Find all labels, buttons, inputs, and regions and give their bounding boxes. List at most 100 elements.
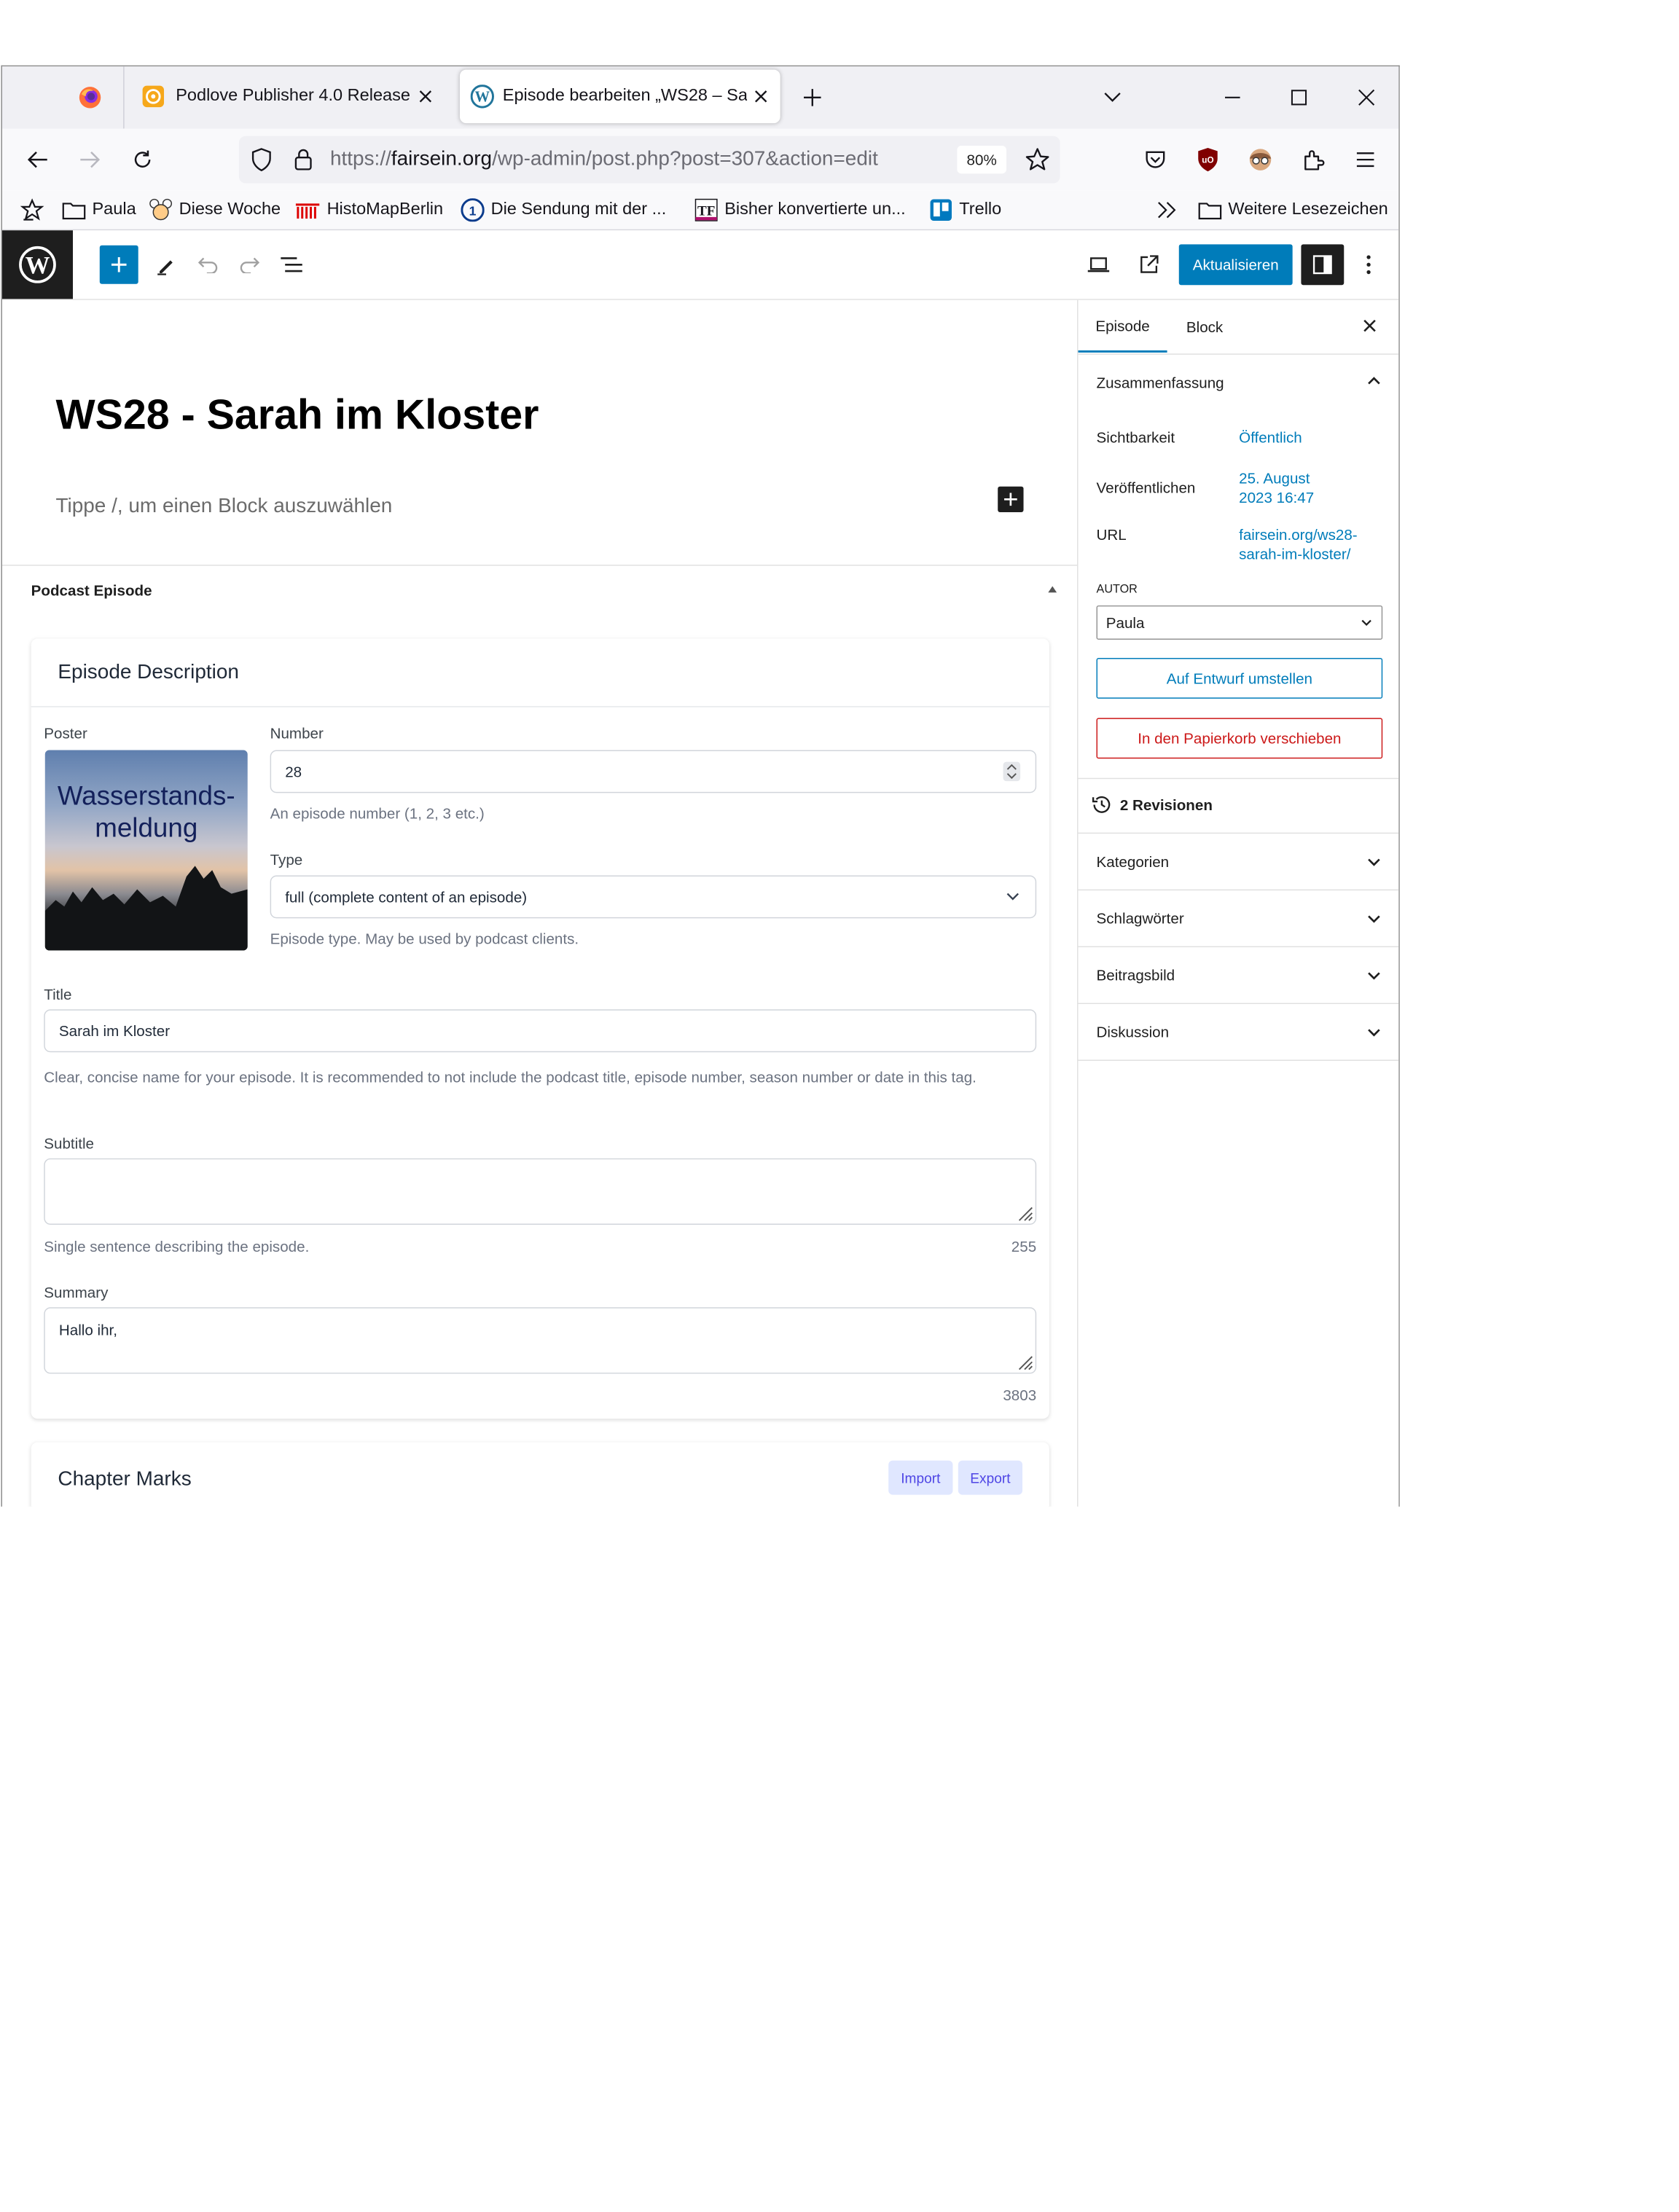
back-icon[interactable] (18, 141, 57, 179)
permalink-line2[interactable]: sarah-im-kloster/ (1239, 546, 1350, 563)
revisions-row[interactable]: 2 Revisionen (1078, 778, 1399, 834)
resize-handle-icon[interactable] (1014, 1352, 1033, 1370)
edit-tools-icon[interactable] (146, 246, 185, 284)
editor-canvas: WS28 - Sarah im Kloster Tippe /, um eine… (1, 299, 1078, 1507)
summary-char-count: 3803 (1003, 1387, 1037, 1404)
post-title[interactable]: WS28 - Sarah im Kloster (55, 392, 539, 439)
lock-icon[interactable] (294, 148, 313, 171)
minimize-icon[interactable] (1211, 77, 1254, 118)
close-window-icon[interactable] (1345, 77, 1388, 118)
poster-text-line2: meldung (95, 813, 198, 844)
collapse-triangle-icon[interactable] (1047, 585, 1058, 594)
number-input[interactable]: 28 (270, 750, 1037, 793)
panel-categories[interactable]: Kategorien (1078, 833, 1399, 891)
maximize-icon[interactable] (1277, 77, 1320, 118)
redo-icon[interactable] (230, 246, 269, 284)
close-tab-icon[interactable] (754, 89, 769, 104)
bookmark-paula[interactable]: Paula (62, 191, 136, 230)
number-spinner-icon[interactable] (1003, 761, 1021, 782)
settings-sidebar-toggle[interactable] (1301, 244, 1345, 286)
export-button[interactable]: Export (958, 1460, 1023, 1495)
block-placeholder[interactable]: Tippe /, um einen Block auszuwählen (55, 495, 392, 518)
panel-title: Diskussion (1096, 1023, 1170, 1041)
publish-label: Veröffentlichen (1096, 479, 1196, 496)
inline-add-block-button[interactable] (998, 486, 1024, 512)
more-bookmarks-chevron-icon[interactable] (1156, 200, 1178, 219)
subtitle-textarea[interactable] (44, 1158, 1037, 1225)
panel-discussion[interactable]: Diskussion (1078, 1003, 1399, 1061)
settings-sidebar: Episode Block Zusammenfassung Sichtbarke… (1077, 299, 1399, 1507)
panel-featured-image[interactable]: Beitragsbild (1078, 946, 1399, 1005)
tab-strip: Podlove Publisher 4.0 Release - W Episod… (1, 66, 1399, 129)
bookmark-star-icon[interactable] (20, 198, 44, 221)
history-icon (1091, 794, 1112, 815)
chevron-up-icon[interactable] (1366, 375, 1382, 386)
svg-text:W: W (26, 252, 50, 279)
tab-edit-episode[interactable]: W Episode bearbeiten „WS28 – Sar (459, 69, 780, 124)
summary-textarea[interactable]: Hallo ihr, (44, 1307, 1037, 1374)
url-bar[interactable]: https://fairsein.org/wp-admin/post.php?p… (238, 136, 1060, 184)
bookmark-sendung[interactable]: 1 Die Sendung mit der ... (461, 191, 666, 230)
list-view-icon[interactable] (273, 246, 311, 284)
chapter-marks-card: Chapter Marks Import Export (31, 1442, 1049, 1507)
type-select[interactable]: full (complete content of an episode) (270, 875, 1037, 919)
move-to-trash-button[interactable]: In den Papierkorb verschieben (1096, 718, 1383, 759)
metabox-title[interactable]: Podcast Episode (31, 582, 152, 600)
revisions-label: 2 Revisionen (1119, 796, 1213, 814)
poster-image[interactable]: Wasserstands- meldung (44, 750, 248, 951)
import-button[interactable]: Import (888, 1460, 953, 1495)
bookmark-konvertiert[interactable]: TF Bisher konvertierte un... (694, 191, 906, 230)
bookmark-label: Diese Woche (179, 200, 281, 219)
zoom-badge[interactable]: 80% (957, 146, 1006, 174)
view-post-external-icon[interactable] (1130, 246, 1168, 284)
tf-icon: TF (694, 198, 718, 221)
type-value: full (complete content of an episode) (285, 888, 528, 906)
tab-block-label: Block (1186, 318, 1224, 335)
tab-podlove[interactable]: Podlove Publisher 4.0 Release - (130, 70, 450, 124)
bookmark-trello[interactable]: Trello (929, 191, 1001, 230)
wordpress-logo-icon[interactable]: W (1, 230, 74, 299)
panel-tags[interactable]: Schlagwörter (1078, 890, 1399, 948)
tab-episode[interactable]: Episode (1078, 300, 1167, 353)
close-tab-icon[interactable] (418, 89, 434, 104)
tab-list-chevron-icon[interactable] (1091, 77, 1134, 118)
preview-device-icon[interactable] (1079, 246, 1118, 284)
url-text[interactable]: https://fairsein.org/wp-admin/post.php?p… (330, 148, 878, 171)
forward-icon[interactable] (71, 141, 109, 179)
publish-date-line1[interactable]: 25. August (1239, 469, 1310, 487)
summary-panel: Zusammenfassung Sichtbarkeit Öffentlich … (1078, 353, 1399, 780)
add-block-button[interactable] (99, 245, 138, 284)
firefox-icon[interactable] (77, 85, 103, 110)
tab-block[interactable]: Block (1167, 300, 1242, 353)
number-value: 28 (285, 763, 302, 780)
ublock-icon[interactable]: uO (1189, 141, 1227, 179)
update-button[interactable]: Aktualisieren (1178, 244, 1293, 286)
more-options-icon[interactable] (1350, 246, 1388, 284)
star-icon[interactable] (1025, 146, 1050, 172)
folder-icon (1198, 200, 1222, 220)
bookmark-other[interactable]: Weitere Lesezeichen (1198, 191, 1388, 230)
permalink-line1[interactable]: fairsein.org/ws28- (1239, 526, 1358, 544)
visibility-value[interactable]: Öffentlich (1239, 428, 1302, 446)
reload-icon[interactable] (123, 141, 162, 179)
panel-title: Beitragsbild (1096, 966, 1175, 984)
switch-to-draft-button[interactable]: Auf Entwurf umstellen (1096, 658, 1383, 699)
chevron-down-icon (1366, 1027, 1382, 1038)
undo-icon[interactable] (189, 246, 227, 284)
extensions-icon[interactable] (1294, 141, 1332, 179)
pocket-icon[interactable] (1136, 141, 1175, 179)
summary-panel-title[interactable]: Zusammenfassung (1097, 374, 1224, 391)
bookmarks-bar: Paula Diese Woche HistoMapBerlin 1 Die S… (1, 190, 1399, 231)
publish-date-line2[interactable]: 2023 16:47 (1239, 489, 1314, 506)
author-select[interactable]: Paula (1096, 605, 1383, 640)
menu-icon[interactable] (1346, 141, 1385, 179)
bookmark-histomap[interactable]: HistoMapBerlin (294, 191, 443, 230)
bookmark-diese-woche[interactable]: Diese Woche (149, 191, 281, 230)
close-sidebar-icon[interactable] (1362, 318, 1377, 334)
new-tab-icon[interactable] (791, 77, 834, 118)
folder-icon (62, 200, 86, 220)
title-input[interactable]: Sarah im Kloster (44, 1009, 1037, 1053)
avatar-extension-icon[interactable] (1241, 141, 1280, 179)
resize-handle-icon[interactable] (1014, 1202, 1033, 1221)
shield-icon[interactable] (251, 148, 272, 172)
